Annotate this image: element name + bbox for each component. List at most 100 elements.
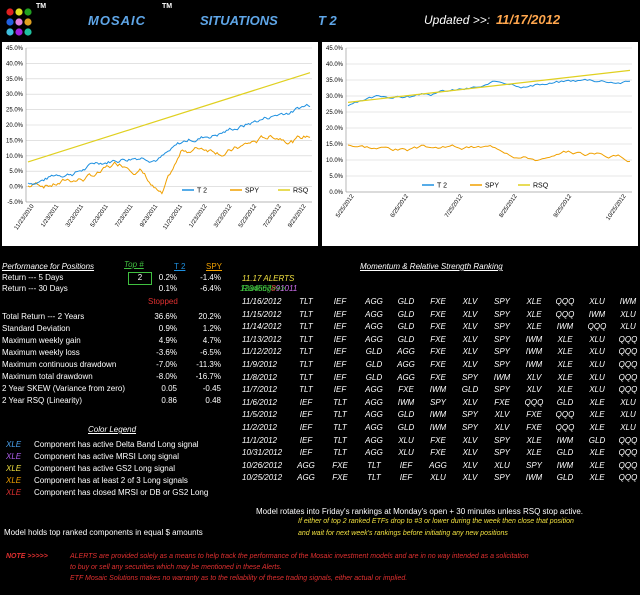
performance-row-label: Standard Deviation <box>2 324 71 333</box>
ranking-cell: XLE <box>526 448 542 458</box>
ranking-cell: AGG <box>297 460 315 470</box>
legend-code: XLE <box>6 488 22 497</box>
x-tick-label: 7/25/2012 <box>444 193 465 219</box>
ranking-cell: XLU <box>398 448 414 458</box>
legend-label: T 2 <box>197 188 207 195</box>
col-t2-label: T 2 <box>174 262 186 271</box>
legend-label: SPY <box>485 183 499 190</box>
ranking-cell: SPY <box>493 385 510 395</box>
ranking-cell: FXE <box>332 460 348 470</box>
x-tick-label: 6/25/2012 <box>390 193 411 219</box>
legend-code: XLE <box>6 440 22 449</box>
ranking-cell: FXE <box>430 309 446 319</box>
ranking-cell: GLD <box>588 435 606 445</box>
ranking-cell: GLD <box>397 309 415 319</box>
y-tick-label: -5.0% <box>7 200 23 206</box>
color-legend-title: Color Legend <box>88 425 137 434</box>
ranking-row: 11/9/2012 TLT IEF GLD AGG FXE XLV SPY IWM XLE XLU Q… <box>240 360 640 370</box>
ranking-cell: XLU <box>620 410 636 420</box>
ranking-cell: FXE <box>430 372 446 382</box>
ranking-cell: XLE <box>557 347 573 357</box>
ranking-cell: XLE <box>589 423 605 432</box>
ranking-cell: XLU <box>589 385 605 395</box>
x-tick-label: 5/23/2012 <box>238 203 259 229</box>
performance-row-label: Total Return --- 2 Years <box>2 312 85 321</box>
y-tick-label: 20.0% <box>326 126 344 132</box>
performance-row-label: Maximum total drawdown <box>2 372 93 381</box>
ranking-cell: TLT <box>333 397 347 407</box>
legend-code: XLE <box>6 464 22 473</box>
y-tick-label: 0.0% <box>9 185 23 191</box>
logo-trademark: TM <box>36 3 47 10</box>
performance-row-label: 2 Year SKEW (Variance from zero) <box>2 384 126 393</box>
model-title: T 2 <box>318 13 337 28</box>
ranking-cell: GLD <box>556 473 574 483</box>
performance-row-spy: 20.2% <box>198 312 221 321</box>
ranking-date: 11/9/2012 <box>242 360 277 369</box>
color-legend: Color Legend XLE Component has active Del… <box>0 424 260 504</box>
legend-label: RSQ <box>293 188 309 195</box>
alerts-label: 11.17 ALERTS <box>242 274 295 283</box>
top2-rule-line2: and wait for next week's rankings before… <box>298 530 508 537</box>
ranking-date: 11/5/2012 <box>242 410 277 420</box>
ranking-cell: IWM <box>525 334 543 344</box>
ranking-cell: XLE <box>589 473 605 483</box>
updated-date: 11/17/2012 <box>496 12 561 27</box>
ranking-cell: TLT <box>299 309 313 319</box>
ranking-cell: AGG <box>365 435 383 445</box>
ranking-cell: GLD <box>365 372 383 382</box>
performance-row-label: Maximum weekly loss <box>2 348 80 357</box>
ranking-cell: TLT <box>299 347 313 357</box>
ranking-cell: AGG <box>297 473 315 483</box>
ranking-cell: XLE <box>557 372 573 382</box>
y-tick-label: 45.0% <box>6 46 24 52</box>
ranking-cell: IWM <box>556 322 574 332</box>
ranking-cell: QQQ <box>618 360 638 369</box>
ranking-cell: TLT <box>299 360 313 369</box>
legend-text: Component has at least 2 of 3 Long signa… <box>34 476 188 485</box>
y-tick-label: 30.0% <box>6 92 24 98</box>
performance-row: Maximum weekly gain 4.9% 4.7% <box>0 336 225 346</box>
ranking-cell: QQQ <box>618 448 638 458</box>
ranking-cell: TLT <box>299 372 313 382</box>
ranking-label: Ranking>>> <box>242 284 286 293</box>
ranking-cell: GLD <box>397 297 415 306</box>
x-tick-label: 9/23/2011 <box>139 203 159 228</box>
x-tick-label: 1/23/2012 <box>188 203 209 229</box>
ranking-cell: XLU <box>620 322 636 332</box>
logo-dot <box>15 18 23 26</box>
ranking-cell: SPY <box>493 473 510 483</box>
ranking-cell: TLT <box>333 448 347 458</box>
ranking-cell: AGG <box>365 309 383 319</box>
ranking-cell: IEF <box>333 309 347 319</box>
ranking-cell: XLU <box>589 334 605 344</box>
logo-dot <box>24 8 32 16</box>
legend-text: Component has active MRSI Long signal <box>34 452 179 461</box>
logo-dot <box>15 28 23 36</box>
logo-dot <box>24 28 32 36</box>
logo <box>4 4 34 40</box>
ranking-cell: AGG <box>365 448 383 458</box>
x-tick-label: 1/23/2011 <box>40 203 60 228</box>
ranking-cell: IWM <box>429 410 447 420</box>
ranking-row: 11/7/2012 TLT IEF AGG FXE IWM GLD SPY XLV XLE XLU Q… <box>240 385 640 395</box>
ranking-cell: XLV <box>494 423 510 432</box>
y-tick-label: 35.0% <box>326 78 344 84</box>
note-line2: to buy or sell any securities which may … <box>70 564 282 571</box>
ranking-row: 11/5/2012 IEF TLT AGG GLD IWM SPY XLV FXE QQQ XLE X… <box>240 410 640 420</box>
performance-row-label: Maximum continuous drawdown <box>2 360 117 369</box>
x-tick-label: 9/25/2012 <box>553 193 574 219</box>
ranking-cell: SPY <box>461 410 478 420</box>
t2-series-line <box>347 78 631 107</box>
performance-row-label: Return --- 5 Days <box>2 273 64 282</box>
ranking-cell: IWM <box>556 435 574 445</box>
ranking-cell: FXE <box>430 435 446 445</box>
x-tick-label: 5/25/2012 <box>335 193 356 219</box>
ranking-cell: IEF <box>399 473 413 483</box>
rsq-trend-line <box>27 72 311 163</box>
ranking-cell: SPY <box>525 460 542 470</box>
ranking-cell: QQQ <box>555 423 575 432</box>
ranking-cell: IWM <box>429 385 447 395</box>
note-line1: ALERTS are provided solely as a means to… <box>70 553 529 560</box>
ranking-cell: SPY <box>493 435 510 445</box>
